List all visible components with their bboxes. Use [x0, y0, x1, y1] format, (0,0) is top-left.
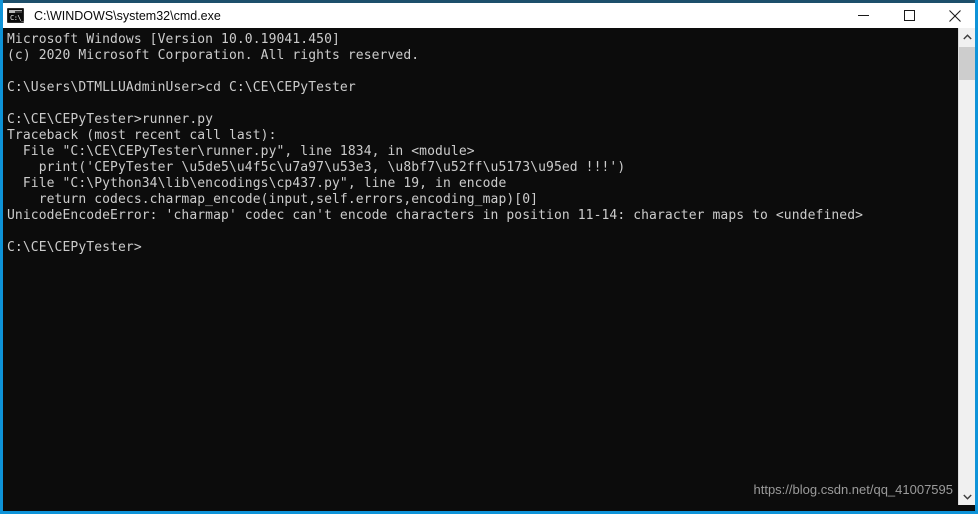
- console-output-area[interactable]: Microsoft Windows [Version 10.0.19041.45…: [3, 28, 958, 505]
- titlebar[interactable]: C:\_ C:\WINDOWS\system32\cmd.exe: [3, 0, 975, 28]
- cmd-window: C:\_ C:\WINDOWS\system32\cmd.exe Microso…: [0, 0, 978, 514]
- console-text: Microsoft Windows [Version 10.0.19041.45…: [7, 32, 864, 255]
- vertical-scrollbar[interactable]: [958, 28, 975, 505]
- minimize-button[interactable]: [840, 3, 886, 28]
- chevron-up-icon[interactable]: [959, 28, 975, 45]
- chevron-down-icon[interactable]: [959, 488, 975, 505]
- close-button[interactable]: [932, 3, 975, 28]
- cmd-icon-prompt-text: C:\_: [10, 14, 25, 22]
- titlebar-left: C:\_ C:\WINDOWS\system32\cmd.exe: [3, 8, 840, 23]
- cmd-console-icon: C:\_: [7, 8, 25, 23]
- window-controls: [840, 3, 975, 28]
- window-bottom-strip: [3, 505, 975, 511]
- vertical-scrollbar-track[interactable]: [959, 45, 975, 488]
- maximize-button[interactable]: [886, 3, 932, 28]
- vertical-scrollbar-thumb[interactable]: [959, 47, 975, 80]
- window-title: C:\WINDOWS\system32\cmd.exe: [34, 8, 221, 23]
- cmd-icon-buttons: [14, 10, 22, 13]
